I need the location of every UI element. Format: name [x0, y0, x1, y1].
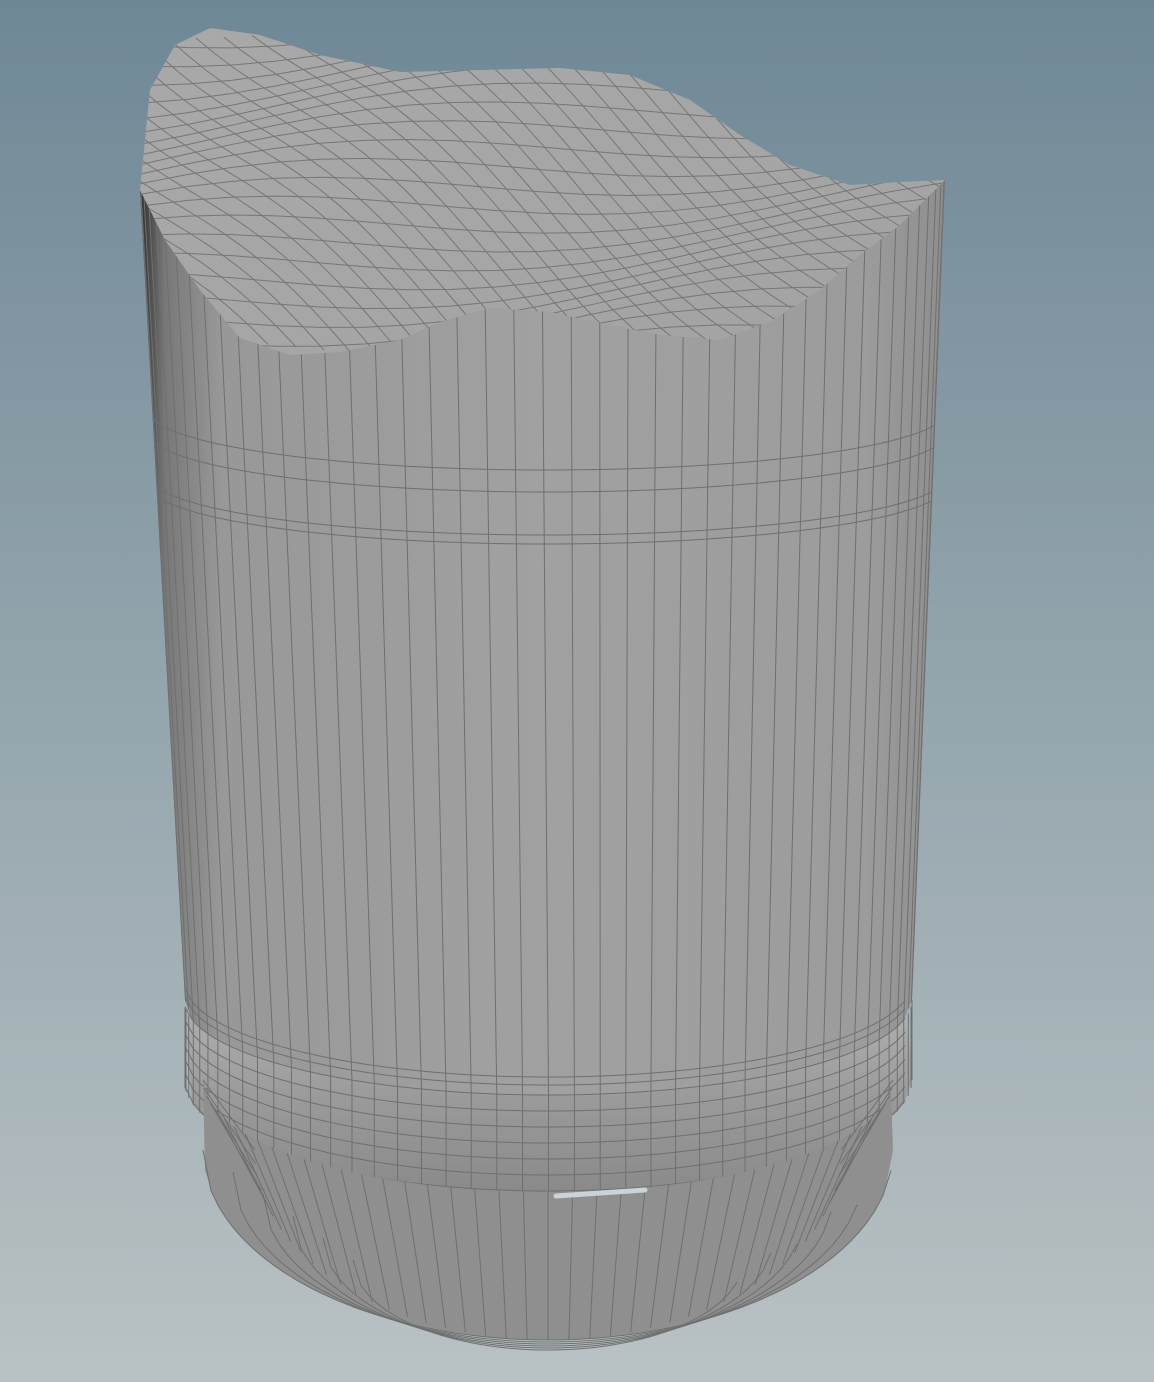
- 3d-viewport[interactable]: [0, 0, 1154, 1382]
- viewport-canvas[interactable]: [0, 0, 1154, 1382]
